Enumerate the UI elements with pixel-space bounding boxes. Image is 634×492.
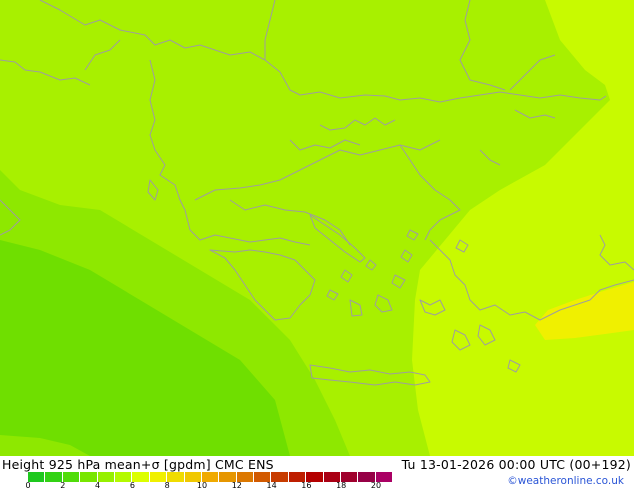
legend-tick-label: 6 bbox=[129, 481, 135, 490]
legend-swatch bbox=[28, 472, 46, 482]
legend-tick-label: 2 bbox=[60, 481, 66, 490]
valid-time: Tu 13-01-2026 00:00 UTC (00+192) bbox=[401, 457, 631, 472]
color-scale-ticks: 0 2 4 6 8 10 12 14 16 18 20 bbox=[25, 481, 428, 492]
legend-tick-label: 8 bbox=[164, 481, 170, 490]
legend-tick-label: 14 bbox=[266, 481, 277, 490]
legend-tick-label: 0 bbox=[25, 481, 31, 490]
legend-tick-label: 10 bbox=[196, 481, 208, 490]
legend-tick-label: 16 bbox=[301, 481, 312, 490]
legend-swatch bbox=[62, 472, 81, 482]
credit-link[interactable]: ©weatheronline.co.uk bbox=[507, 475, 624, 487]
legend-swatch bbox=[97, 472, 115, 482]
legend-swatch bbox=[132, 472, 150, 482]
legend-tick-label: 20 bbox=[370, 481, 382, 490]
legend-swatch bbox=[167, 472, 185, 482]
legend-tick-label: 18 bbox=[336, 481, 347, 490]
weather-map bbox=[0, 0, 634, 456]
map-footer: Height 925 hPa mean+σ [gpdm] CMC ENS Tu … bbox=[0, 456, 634, 490]
map-title: Height 925 hPa mean+σ [gpdm] CMC ENS bbox=[2, 457, 274, 472]
legend-tick-label: 12 bbox=[231, 481, 242, 490]
legend-tick-label: 4 bbox=[95, 481, 101, 490]
